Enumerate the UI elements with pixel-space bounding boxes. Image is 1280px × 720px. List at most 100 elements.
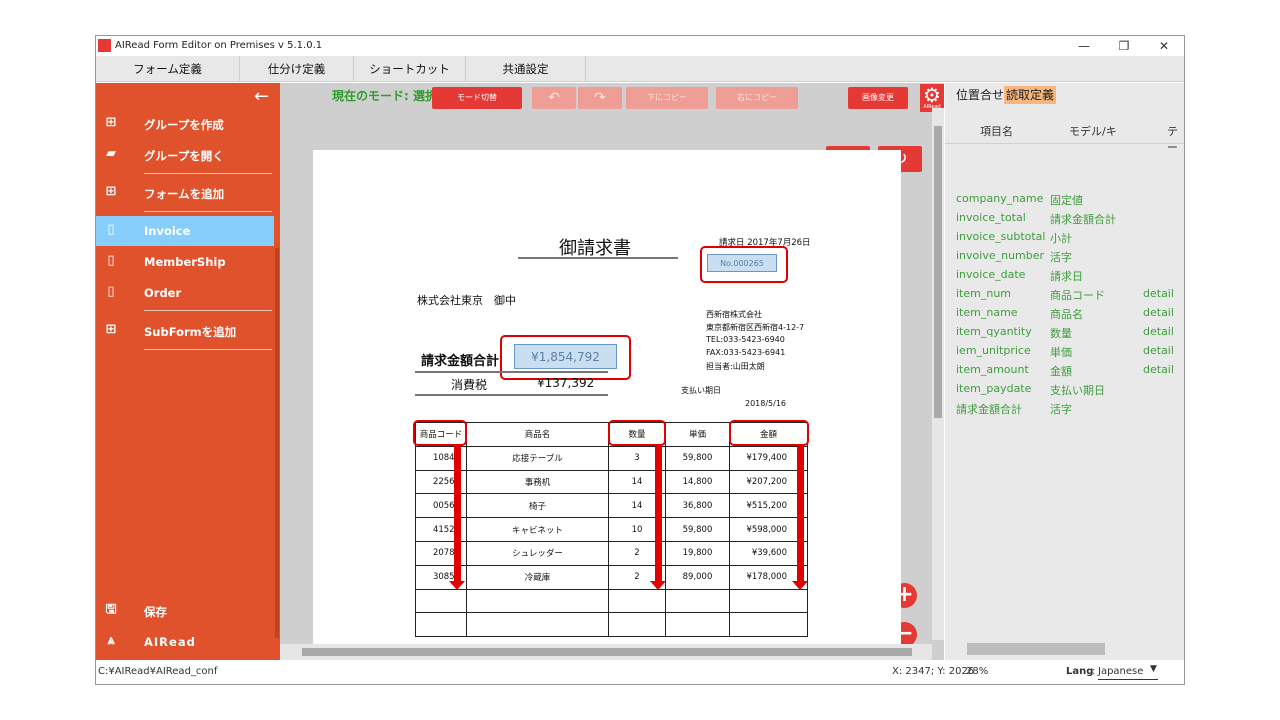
sidebar-item-label: Invoice — [144, 224, 191, 238]
table-row: 20783 シュレッダー 2 19,800 ¥39,600 — [415, 540, 808, 566]
detail-arrow-amount — [792, 446, 808, 590]
list-item[interactable]: item_num 商品コード detail — [945, 285, 1184, 304]
selection-box-code-header[interactable] — [413, 420, 467, 446]
list-item[interactable]: invoice_total 請求金額合計 — [945, 209, 1184, 228]
item-model: 数量 — [1050, 327, 1072, 340]
tab-read-definition[interactable]: 読取定義 — [1004, 86, 1057, 104]
copy-right-button[interactable]: 右にコピー — [716, 87, 798, 109]
list-item[interactable]: 請求金額合計 活字 — [945, 399, 1184, 418]
canvas-vertical-scrollbar[interactable] — [932, 108, 944, 640]
item-name: invoice_subtotal — [956, 230, 1046, 243]
sidebar-item-create-group[interactable]: ⊞ グループを作成 — [96, 109, 274, 139]
sidebar-item-add-form[interactable]: ⊞ フォームを追加 — [96, 178, 274, 208]
item-name: item_qyantity — [956, 325, 1032, 338]
total-label: 請求金額合計 — [421, 354, 500, 369]
table-cell: 36,800 — [665, 493, 730, 519]
selection-box-number[interactable] — [700, 246, 788, 283]
redo-button[interactable]: ↷ — [578, 87, 622, 109]
item-table: detail — [1143, 287, 1174, 300]
minimize-button[interactable]: — — [1074, 37, 1094, 55]
tab-alignment[interactable]: 位置合せ — [956, 86, 1004, 104]
mode-switch-button[interactable]: モード切替 — [432, 87, 522, 109]
sidebar-item-add-subform[interactable]: ⊞ SubFormを追加 — [96, 316, 274, 346]
table-row: 00562 椅子 14 36,800 ¥515,200 — [415, 493, 808, 519]
panel-horizontal-scrollbar[interactable] — [951, 641, 1177, 655]
close-button[interactable]: ✕ — [1154, 37, 1174, 55]
table-row: 30856 冷蔵庫 2 89,000 ¥178,000 — [415, 564, 808, 590]
sender-line: FAX:033-5423-6941 — [706, 348, 786, 357]
item-name: item_name — [956, 306, 1018, 319]
mode-label: 現在のモード: 選択 — [332, 89, 437, 103]
airead-brand: ⩓ AIRead — [96, 627, 274, 657]
list-item[interactable]: item_amount 金額 detail — [945, 361, 1184, 380]
selection-box-amount-header[interactable] — [729, 420, 809, 446]
item-name: invoice_total — [956, 211, 1026, 224]
menu-form-definition[interactable]: フォーム定義 — [96, 56, 240, 82]
items-table: 商品コード 商品名 数量 単価 金額 10845 応接テーブル 3 59,800 ¥17… — [415, 422, 808, 638]
list-item[interactable]: invoive_number 活字 — [945, 247, 1184, 266]
list-item[interactable]: item_paydate 支払い期日 — [945, 380, 1184, 399]
plus-square-icon: ⊞ — [105, 322, 117, 337]
list-item[interactable]: company_name 固定値 — [945, 190, 1184, 209]
language-select[interactable]: Japanese ▼ — [1098, 662, 1158, 680]
selection-box-total[interactable] — [500, 335, 631, 380]
menu-sort-definition[interactable]: 仕分け定義 — [240, 56, 354, 82]
canvas-horizontal-scrollbar[interactable] — [280, 644, 932, 660]
item-name: invoice_date — [956, 268, 1026, 281]
item-model: 活字 — [1050, 403, 1072, 416]
app-window: AIRead Form Editor on Premises v 5.1.0.1… — [95, 35, 1185, 685]
sidebar-item-membership[interactable]: ▯ MemberShip — [96, 247, 274, 277]
sidebar-scrollbar[interactable] — [275, 248, 279, 638]
detail-arrow-qty — [650, 446, 666, 590]
back-arrow-icon[interactable]: ← — [254, 86, 269, 107]
undo-button[interactable]: ↶ — [532, 87, 576, 109]
config-path: C:¥AIRead¥AIRead_conf — [98, 666, 218, 677]
recipient: 株式会社東京 御中 — [417, 294, 516, 307]
chevron-down-icon: ▼ — [1150, 664, 1157, 674]
table-header: 単価 — [665, 422, 730, 447]
sidebar-item-order[interactable]: ▯ Order — [96, 278, 274, 308]
list-item[interactable]: invoice_subtotal 小計 — [945, 228, 1184, 247]
language-value: Japanese — [1098, 666, 1144, 677]
header-divider — [945, 143, 1184, 144]
list-item[interactable]: invoice_date 請求日 — [945, 266, 1184, 285]
save-icon: 🖫 — [105, 602, 117, 617]
sidebar-item-label: MemberShip — [144, 255, 226, 269]
menu-common-settings[interactable]: 共通設定 — [466, 56, 586, 82]
list-item[interactable]: item_name 商品名 detail — [945, 304, 1184, 323]
copy-down-button[interactable]: 下にコピー — [626, 87, 708, 109]
save-button[interactable]: 🖫 保存 — [96, 596, 274, 626]
table-cell — [415, 588, 467, 614]
list-item[interactable]: iem_unitprice 単価 detail — [945, 342, 1184, 361]
sidebar-item-label: SubFormを追加 — [144, 325, 237, 339]
column-header-item-name[interactable]: 項目名 — [980, 123, 1013, 139]
restore-button[interactable]: ❐ — [1114, 37, 1134, 55]
sender-line: TEL:033-5423-6940 — [706, 335, 785, 344]
column-header-table[interactable]: テー — [1167, 123, 1184, 155]
item-model: 請求日 — [1050, 270, 1083, 283]
table-cell: シュレッダー — [466, 540, 609, 566]
sidebar-item-invoice[interactable]: ▯ Invoice — [96, 216, 274, 246]
item-name: item_amount — [956, 363, 1029, 376]
scrollbar-thumb[interactable] — [302, 648, 912, 656]
lang-separator: : — [1092, 666, 1096, 677]
item-model: 固定値 — [1050, 194, 1083, 207]
selection-box-qty-header[interactable] — [608, 420, 666, 446]
sidebar-item-open-group[interactable]: ▰ グループを開く — [96, 140, 274, 170]
column-header-model[interactable]: モデル/キ — [1069, 123, 1117, 139]
menu-shortcut[interactable]: ショートカット — [354, 56, 466, 82]
sidebar: ← ⊞ グループを作成 ▰ グループを開く ⊞ フォームを追加 ▯ Invoic… — [96, 83, 280, 660]
document-icon: ▯ — [107, 253, 115, 268]
sidebar-item-label: フォームを追加 — [144, 187, 225, 201]
document-icon: ▯ — [107, 284, 115, 299]
table-row: 22563 事務机 14 14,800 ¥207,200 — [415, 469, 808, 495]
table-cell: 59,800 — [665, 517, 730, 542]
image-change-button[interactable]: 画像変更 — [848, 87, 908, 109]
table-cell — [415, 612, 467, 638]
list-item[interactable]: item_qyantity 数量 detail — [945, 323, 1184, 342]
folder-open-icon: ▰ — [106, 146, 116, 161]
redo-icon: ↷ — [594, 90, 606, 106]
scrollbar-thumb[interactable] — [967, 643, 1105, 655]
item-table: detail — [1143, 344, 1174, 357]
scrollbar-thumb[interactable] — [934, 126, 942, 418]
